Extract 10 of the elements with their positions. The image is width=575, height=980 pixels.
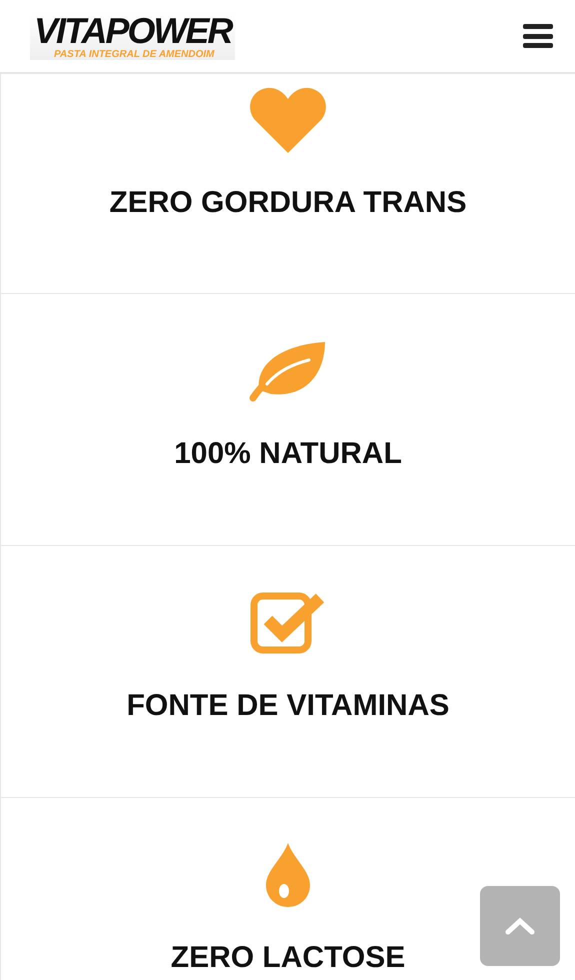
- feature-title: ZERO LACTOSE: [170, 941, 406, 975]
- feature-title: FONTE DE VITAMINAS: [126, 689, 450, 723]
- caret-icon: [505, 917, 535, 935]
- feature-title: 100% NATURAL: [174, 437, 402, 471]
- checkbox-icon: [250, 592, 326, 654]
- drop-icon: [264, 843, 312, 907]
- feature-title: ZERO GORDURA TRANS: [109, 186, 467, 220]
- heart-icon: [249, 87, 327, 153]
- leaf-icon: [249, 340, 327, 402]
- menu-button[interactable]: [523, 24, 553, 48]
